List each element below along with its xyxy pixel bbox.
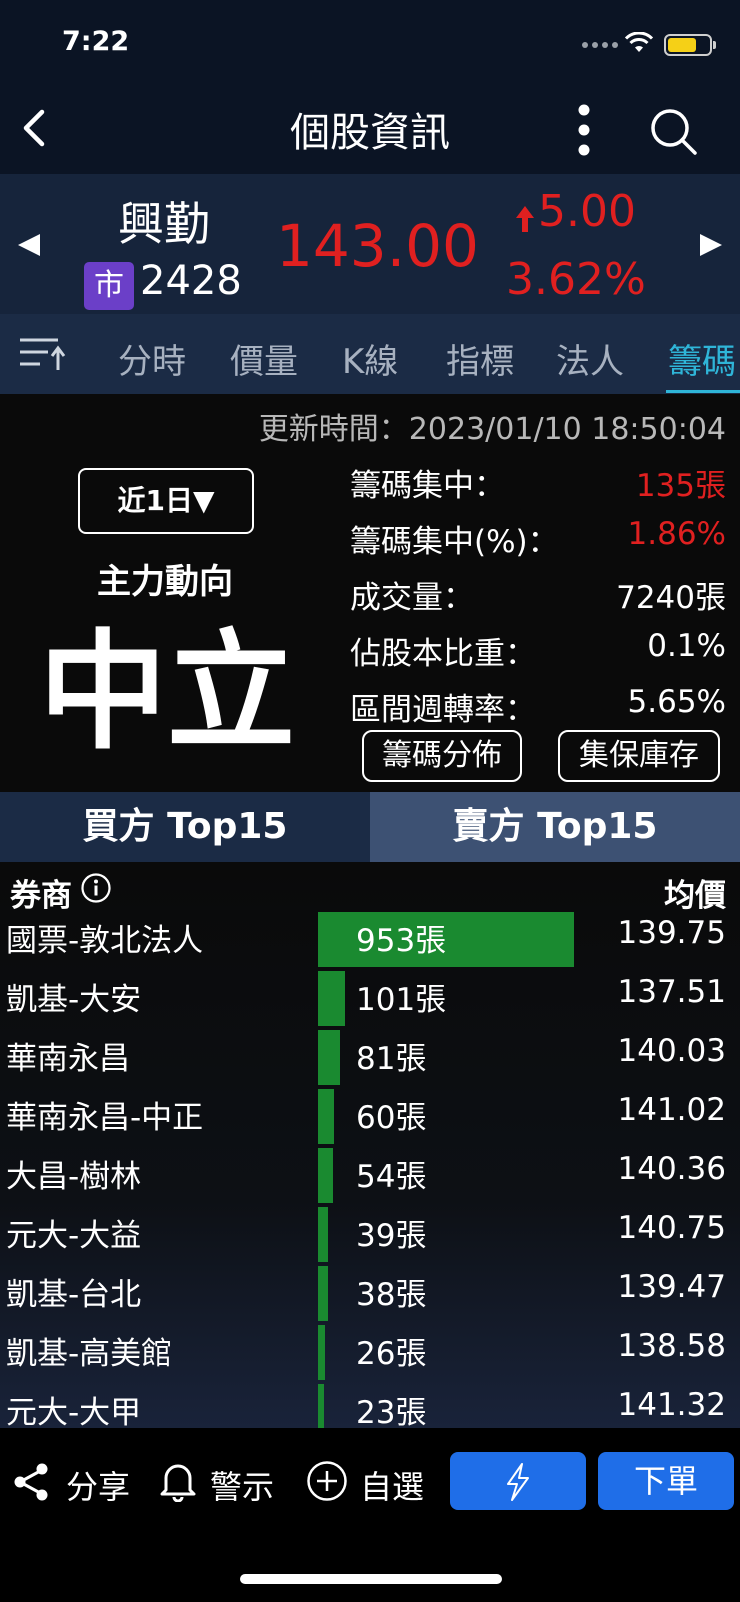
market-badge: 市 (84, 262, 134, 310)
volume-bar (318, 1089, 334, 1144)
share-icon[interactable] (12, 1462, 50, 1502)
table-row[interactable]: 華南永昌-中正 60張 141.02 (0, 1087, 740, 1146)
stock-code: 2428 (140, 258, 242, 304)
stat-value-turnover: 5.65% (627, 684, 726, 720)
broker-avg-price: 139.75 (617, 915, 726, 951)
broker-avg-price: 137.51 (617, 974, 726, 1010)
price-change: 5.00 (538, 186, 636, 237)
broker-avg-price: 141.02 (617, 1092, 726, 1128)
tab-kline[interactable]: K線 (342, 334, 398, 383)
volume-bar (318, 1207, 328, 1262)
broker-name: 華南永昌 (6, 1041, 130, 1077)
stat-label-turnover: 區間週轉率： (350, 692, 536, 728)
search-icon[interactable] (648, 106, 700, 158)
custody-inventory-button[interactable]: 集保庫存 (558, 730, 720, 782)
table-row[interactable]: 華南永昌 81張 140.03 (0, 1028, 740, 1087)
table-row[interactable]: 元大-大益 39張 140.75 (0, 1205, 740, 1264)
main-force-trend-value: 中立 (38, 618, 295, 767)
bell-icon[interactable] (158, 1458, 198, 1502)
volume-bar (318, 971, 345, 1026)
volume-bar (318, 1325, 325, 1380)
broker-volume: 81張 (356, 1041, 427, 1077)
broker-avg-price: 140.75 (617, 1210, 726, 1246)
stat-value-concentration-pct: 1.86% (627, 516, 726, 552)
broker-name: 凱基-台北 (6, 1277, 142, 1313)
tab-price-volume[interactable]: 價量 (230, 334, 298, 383)
stock-name: 興勤 (118, 197, 210, 251)
stat-value-capital-ratio: 0.1% (647, 628, 726, 664)
tab-buy-top15[interactable]: 買方 Top15 (0, 792, 370, 862)
prev-stock-icon[interactable] (14, 230, 44, 260)
update-time: 更新時間：2023/01/10 18:50:04 (258, 412, 726, 447)
add-watchlist-icon[interactable] (306, 1460, 348, 1502)
broker-volume: 60張 (356, 1100, 427, 1136)
volume-bar (318, 1266, 328, 1321)
main-force-trend-label: 主力動向 (97, 562, 233, 602)
broker-volume: 101張 (356, 982, 447, 1018)
alert-label[interactable]: 警示 (210, 1462, 274, 1508)
broker-name: 元大-大甲 (6, 1395, 142, 1428)
quick-order-button[interactable] (450, 1452, 586, 1510)
stat-label-concentration-pct: 籌碼集中(%)： (350, 524, 559, 560)
broker-name: 大昌-樹林 (6, 1159, 142, 1195)
broker-volume: 23張 (356, 1395, 427, 1428)
table-row[interactable]: 凱基-大安 101張 137.51 (0, 969, 740, 1028)
table-row[interactable]: 凱基-高美館 26張 138.58 (0, 1323, 740, 1382)
broker-avg-price: 140.03 (617, 1033, 726, 1069)
broker-volume: 54張 (356, 1159, 427, 1195)
stat-label-capital-ratio: 佔股本比重： (350, 636, 536, 672)
status-time: 7:22 (62, 26, 130, 57)
broker-volume: 26張 (356, 1336, 427, 1372)
stat-label-volume: 成交量： (350, 580, 474, 616)
share-label[interactable]: 分享 (66, 1462, 130, 1508)
broker-avg-price: 139.47 (617, 1269, 726, 1305)
tab-institutional[interactable]: 法人 (556, 334, 624, 383)
tab-sell-top15[interactable]: 賣方 Top15 (370, 792, 740, 862)
broker-name: 凱基-大安 (6, 982, 142, 1018)
home-indicator (240, 1574, 502, 1584)
battery-icon (664, 34, 712, 56)
broker-name: 華南永昌-中正 (6, 1100, 204, 1136)
table-row[interactable]: 國票-敦北法人 953張 139.75 (0, 910, 740, 969)
broker-avg-price: 141.32 (617, 1387, 726, 1423)
broker-name: 凱基-高美館 (6, 1336, 173, 1372)
table-row[interactable]: 元大-大甲 23張 141.32 (0, 1382, 740, 1428)
stat-value-concentration: 135張 (635, 468, 726, 504)
broker-volume: 38張 (356, 1277, 427, 1313)
broker-name: 元大-大益 (6, 1218, 142, 1254)
volume-bar (318, 1030, 340, 1085)
watchlist-label[interactable]: 自選 (360, 1462, 424, 1508)
chip-distribution-button[interactable]: 籌碼分佈 (362, 730, 522, 782)
tab-indicators[interactable]: 指標 (446, 334, 514, 383)
stat-value-volume: 7240張 (616, 580, 726, 616)
table-row[interactable]: 大昌-樹林 54張 140.36 (0, 1146, 740, 1205)
sort-icon[interactable] (18, 334, 66, 374)
active-tab-indicator (666, 390, 740, 393)
tab-chips[interactable]: 籌碼 (668, 334, 736, 383)
stat-label-concentration: 籌碼集中： (350, 468, 505, 504)
broker-avg-price: 138.58 (617, 1328, 726, 1364)
lightning-icon (507, 1463, 529, 1501)
place-order-button[interactable]: 下單 (598, 1452, 734, 1510)
up-arrow-icon (516, 206, 534, 232)
broker-name: 國票-敦北法人 (6, 923, 204, 959)
broker-volume: 39張 (356, 1218, 427, 1254)
volume-bar (318, 1148, 333, 1203)
tab-intraday[interactable]: 分時 (118, 334, 186, 383)
next-stock-icon[interactable] (696, 230, 726, 260)
cellular-signal-icon (582, 42, 618, 48)
broker-rows: 國票-敦北法人 953張 139.75 凱基-大安 101張 137.51 華南永昌 81張 1… (0, 862, 740, 1428)
table-row[interactable]: 凱基-台北 38張 139.47 (0, 1264, 740, 1323)
stock-price: 143.00 (276, 212, 479, 280)
battery-cap (713, 41, 716, 49)
period-dropdown[interactable]: 近1日▼ (78, 468, 254, 534)
page-title: 個股資訊 (290, 110, 450, 156)
volume-bar (318, 1384, 324, 1428)
broker-avg-price: 140.36 (617, 1151, 726, 1187)
wifi-icon (624, 32, 654, 52)
more-icon[interactable] (572, 104, 596, 156)
price-change-percent: 3.62% (506, 254, 646, 305)
broker-volume: 953張 (356, 923, 447, 959)
